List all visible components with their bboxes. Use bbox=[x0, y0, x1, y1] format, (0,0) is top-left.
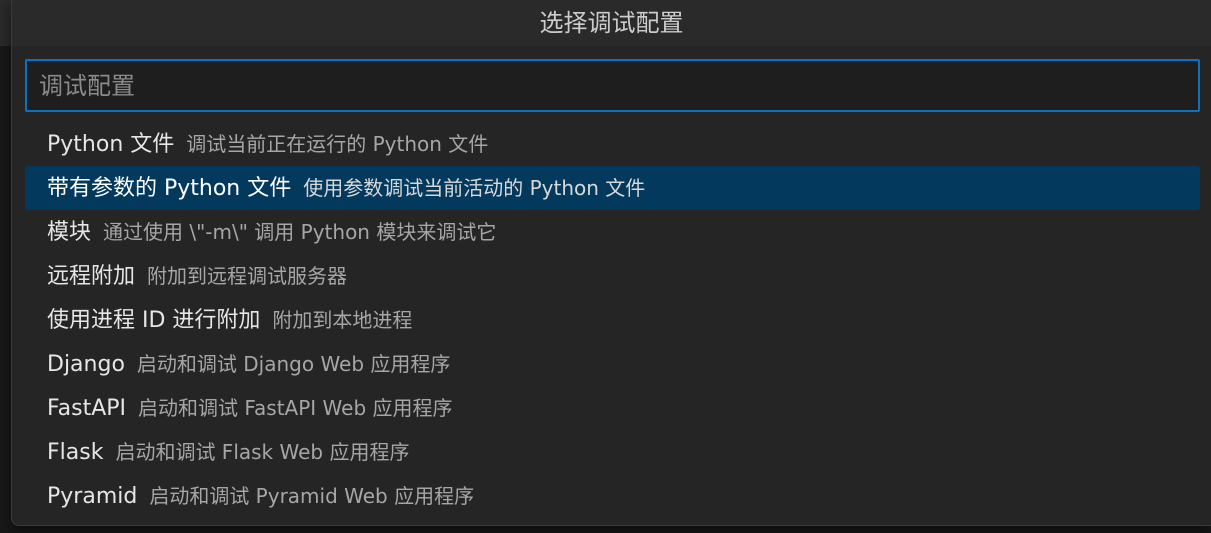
item-label: 模块 bbox=[47, 220, 92, 245]
item-label: FastAPI bbox=[47, 396, 127, 421]
item-description: 通过使用 \"-m\" 调用 Python 模块来调试它 bbox=[103, 220, 497, 244]
item-description: 启动和调试 Flask Web 应用程序 bbox=[115, 440, 410, 464]
list-item-pyramid[interactable]: Pyramid 启动和调试 Pyramid Web 应用程序 bbox=[25, 474, 1200, 518]
list-item-flask[interactable]: Flask 启动和调试 Flask Web 应用程序 bbox=[25, 430, 1200, 474]
list-item-python-file[interactable]: Python 文件 调试当前正在运行的 Python 文件 bbox=[25, 122, 1200, 166]
quick-pick-title: 选择调试配置 bbox=[12, 0, 1211, 46]
list-item-module[interactable]: 模块 通过使用 \"-m\" 调用 Python 模块来调试它 bbox=[25, 210, 1200, 254]
debug-configuration-search-input[interactable] bbox=[25, 59, 1200, 112]
item-description: 调试当前正在运行的 Python 文件 bbox=[186, 132, 489, 156]
list-item-remote-attach[interactable]: 远程附加 附加到远程调试服务器 bbox=[25, 254, 1200, 298]
list-item-python-file-with-args[interactable]: 带有参数的 Python 文件 使用参数调试当前活动的 Python 文件 bbox=[25, 166, 1200, 210]
item-label: 远程附加 bbox=[47, 264, 136, 289]
item-description: 启动和调试 Django Web 应用程序 bbox=[136, 352, 451, 376]
item-description: 启动和调试 Pyramid Web 应用程序 bbox=[149, 484, 475, 508]
item-label: 带有参数的 Python 文件 bbox=[47, 176, 292, 201]
list-item-django[interactable]: Django 启动和调试 Django Web 应用程序 bbox=[25, 342, 1200, 386]
debug-configuration-list: Python 文件 调试当前正在运行的 Python 文件 带有参数的 Pytho… bbox=[25, 122, 1200, 518]
item-label: Pyramid bbox=[47, 484, 138, 509]
item-description: 启动和调试 FastAPI Web 应用程序 bbox=[138, 396, 453, 420]
item-label: Flask bbox=[47, 440, 104, 465]
item-description: 使用参数调试当前活动的 Python 文件 bbox=[303, 176, 646, 200]
list-item-fastapi[interactable]: FastAPI 启动和调试 FastAPI Web 应用程序 bbox=[25, 386, 1200, 430]
item-label: Django bbox=[47, 352, 125, 377]
list-item-attach-by-process-id[interactable]: 使用进程 ID 进行附加 附加到本地进程 bbox=[25, 298, 1200, 342]
item-label: 使用进程 ID 进行附加 bbox=[47, 308, 261, 333]
debug-configuration-quick-pick: 选择调试配置 Python 文件调试当前正在运行的 Python 文件 带有参数… bbox=[11, 0, 1211, 526]
item-description: 附加到本地进程 bbox=[272, 308, 413, 332]
item-label: Python 文件 bbox=[47, 132, 175, 157]
item-description: 附加到远程调试服务器 bbox=[147, 264, 348, 288]
